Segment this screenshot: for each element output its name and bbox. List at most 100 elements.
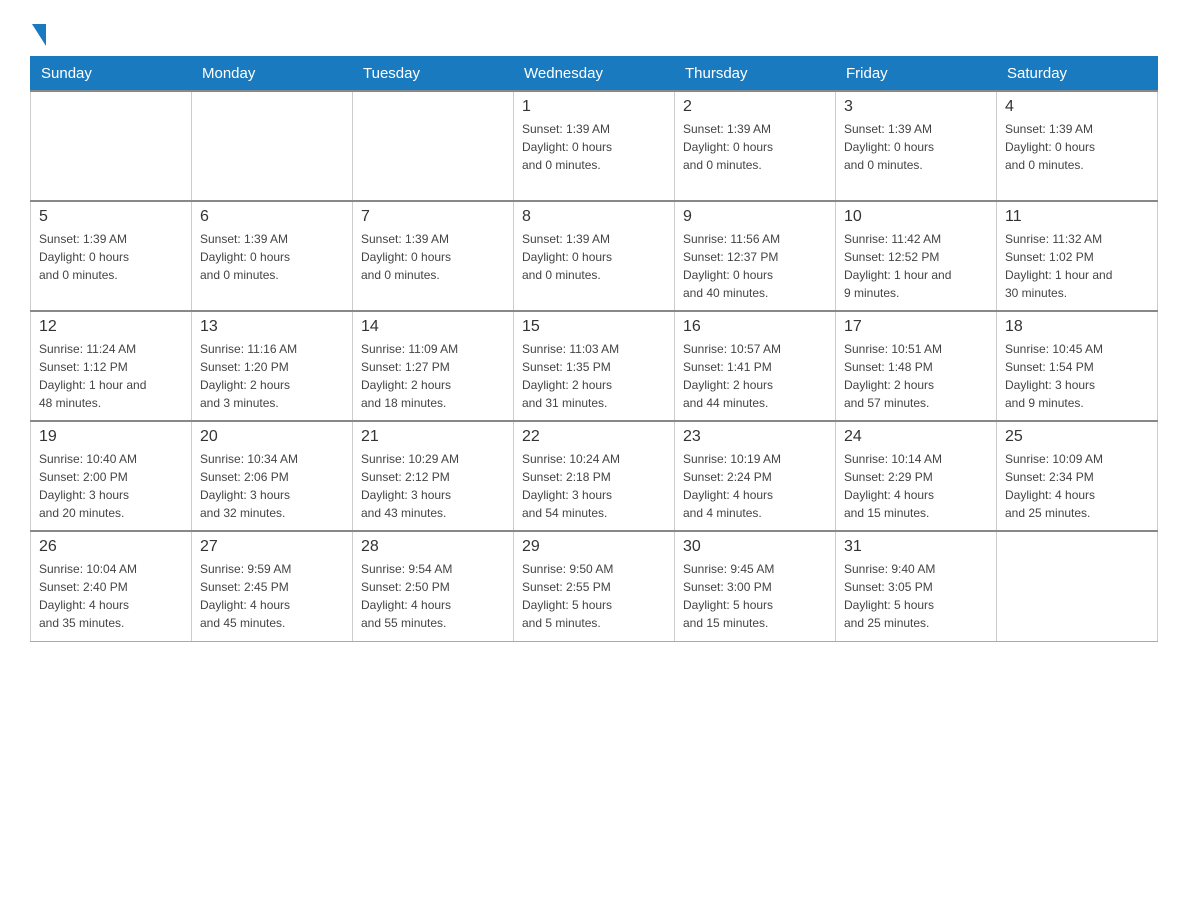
day-number: 6 <box>200 208 344 226</box>
calendar-header-row: SundayMondayTuesdayWednesdayThursdayFrid… <box>31 57 1158 92</box>
day-info: Sunrise: 10:04 AM Sunset: 2:40 PM Daylig… <box>39 560 183 632</box>
calendar-day-cell: 25 Sunrise: 10:09 AM Sunset: 2:34 PM Dayl… <box>997 421 1158 531</box>
day-number: 24 <box>844 428 988 446</box>
day-info: Sunrise: 11:16 AM Sunset: 1:20 PM Daylig… <box>200 340 344 412</box>
calendar-day-cell: 5Sunset: 1:39 AM Daylight: 0 hours and 0… <box>31 201 192 311</box>
day-of-week-header: Thursday <box>675 57 836 92</box>
calendar-day-cell: 7Sunset: 1:39 AM Daylight: 0 hours and 0… <box>353 201 514 311</box>
day-number: 2 <box>683 98 827 116</box>
calendar-day-cell: 22Sunrise: 10:24 AM Sunset: 2:18 PM Dayl… <box>514 421 675 531</box>
calendar-day-cell: 15Sunrise: 11:03 AM Sunset: 1:35 PM Dayl… <box>514 311 675 421</box>
calendar-day-cell: 10 Sunrise: 11:42 AM Sunset: 12:52 PM Day… <box>836 201 997 311</box>
calendar-week-row: 26 Sunrise: 10:04 AM Sunset: 2:40 PM Dayl… <box>31 531 1158 641</box>
day-of-week-header: Monday <box>192 57 353 92</box>
day-info: Sunrise: 11:32 AM Sunset: 1:02 PM Daylig… <box>1005 230 1149 302</box>
day-info: Sunrise: 10:29 AM Sunset: 2:12 PM Daylig… <box>361 450 505 522</box>
day-info: Sunrise: 11:24 AM Sunset: 1:12 PM Daylig… <box>39 340 183 412</box>
day-info: Sunrise: 9:45 AM Sunset: 3:00 PM Dayligh… <box>683 560 827 632</box>
calendar-day-cell: 19 Sunrise: 10:40 AM Sunset: 2:00 PM Dayl… <box>31 421 192 531</box>
day-number: 31 <box>844 538 988 556</box>
day-number: 22 <box>522 428 666 446</box>
day-number: 20 <box>200 428 344 446</box>
day-number: 25 <box>1005 428 1149 446</box>
calendar-day-cell: 4 Sunset: 1:39 AM Daylight: 0 hours and 0… <box>997 91 1158 201</box>
day-info: Sunrise: 10:40 AM Sunset: 2:00 PM Daylig… <box>39 450 183 522</box>
calendar-day-cell <box>997 531 1158 641</box>
calendar-day-cell: 30 Sunrise: 9:45 AM Sunset: 3:00 PM Dayli… <box>675 531 836 641</box>
calendar-day-cell: 2 Sunset: 1:39 AM Daylight: 0 hours and 0… <box>675 91 836 201</box>
day-number: 30 <box>683 538 827 556</box>
day-of-week-header: Friday <box>836 57 997 92</box>
day-info: Sunrise: 10:34 AM Sunset: 2:06 PM Daylig… <box>200 450 344 522</box>
day-info: Sunset: 1:39 AM Daylight: 0 hours and 0 … <box>200 230 344 284</box>
day-info: Sunrise: 11:56 AM Sunset: 12:37 PM Dayli… <box>683 230 827 302</box>
day-number: 19 <box>39 428 183 446</box>
day-number: 9 <box>683 208 827 226</box>
day-info: Sunset: 1:39 AM Daylight: 0 hours and 0 … <box>522 230 666 284</box>
day-of-week-header: Wednesday <box>514 57 675 92</box>
day-number: 7 <box>361 208 505 226</box>
day-info: Sunset: 1:39 AM Daylight: 0 hours and 0 … <box>522 120 666 174</box>
calendar-day-cell: 13 Sunrise: 11:16 AM Sunset: 1:20 PM Dayl… <box>192 311 353 421</box>
day-info: Sunrise: 10:19 AM Sunset: 2:24 PM Daylig… <box>683 450 827 522</box>
day-info: Sunset: 1:39 AM Daylight: 0 hours and 0 … <box>683 120 827 174</box>
calendar-week-row: 12 Sunrise: 11:24 AM Sunset: 1:12 PM Dayl… <box>31 311 1158 421</box>
calendar-day-cell: 20 Sunrise: 10:34 AM Sunset: 2:06 PM Dayl… <box>192 421 353 531</box>
day-number: 13 <box>200 318 344 336</box>
calendar-week-row: 5 Sunset: 1:39 AM Daylight: 0 hours and 0… <box>31 201 1158 311</box>
calendar-day-cell: 14Sunrise: 11:09 AM Sunset: 1:27 PM Dayl… <box>353 311 514 421</box>
day-info: Sunset: 1:39 AM Daylight: 0 hours and 0 … <box>1005 120 1149 174</box>
calendar-day-cell: 6 Sunset: 1:39 AM Daylight: 0 hours and 0… <box>192 201 353 311</box>
day-number: 27 <box>200 538 344 556</box>
calendar-day-cell: 31Sunrise: 9:40 AM Sunset: 3:05 PM Dayli… <box>836 531 997 641</box>
day-info: Sunrise: 11:03 AM Sunset: 1:35 PM Daylig… <box>522 340 666 412</box>
calendar-day-cell: 11 Sunrise: 11:32 AM Sunset: 1:02 PM Dayl… <box>997 201 1158 311</box>
day-number: 29 <box>522 538 666 556</box>
day-info: Sunrise: 11:42 AM Sunset: 12:52 PM Dayli… <box>844 230 988 302</box>
calendar-day-cell: 9 Sunrise: 11:56 AM Sunset: 12:37 PM Dayl… <box>675 201 836 311</box>
day-info: Sunrise: 9:54 AM Sunset: 2:50 PM Dayligh… <box>361 560 505 632</box>
calendar-day-cell: 3 Sunset: 1:39 AM Daylight: 0 hours and 0… <box>836 91 997 201</box>
calendar-week-row: 1 Sunset: 1:39 AM Daylight: 0 hours and 0… <box>31 91 1158 201</box>
day-number: 26 <box>39 538 183 556</box>
day-info: Sunrise: 9:59 AM Sunset: 2:45 PM Dayligh… <box>200 560 344 632</box>
day-of-week-header: Saturday <box>997 57 1158 92</box>
calendar-day-cell: 16Sunrise: 10:57 AM Sunset: 1:41 PM Dayl… <box>675 311 836 421</box>
day-number: 18 <box>1005 318 1149 336</box>
day-info: Sunrise: 10:09 AM Sunset: 2:34 PM Daylig… <box>1005 450 1149 522</box>
day-number: 12 <box>39 318 183 336</box>
day-of-week-header: Tuesday <box>353 57 514 92</box>
calendar-day-cell: 24 Sunrise: 10:14 AM Sunset: 2:29 PM Dayl… <box>836 421 997 531</box>
day-info: Sunrise: 10:45 AM Sunset: 1:54 PM Daylig… <box>1005 340 1149 412</box>
day-number: 5 <box>39 208 183 226</box>
calendar-day-cell: 1 Sunset: 1:39 AM Daylight: 0 hours and 0… <box>514 91 675 201</box>
calendar-day-cell: 28Sunrise: 9:54 AM Sunset: 2:50 PM Dayli… <box>353 531 514 641</box>
calendar-table: SundayMondayTuesdayWednesdayThursdayFrid… <box>30 56 1158 642</box>
day-number: 3 <box>844 98 988 116</box>
calendar-day-cell: 12 Sunrise: 11:24 AM Sunset: 1:12 PM Dayl… <box>31 311 192 421</box>
day-number: 4 <box>1005 98 1149 116</box>
day-number: 11 <box>1005 208 1149 226</box>
day-number: 8 <box>522 208 666 226</box>
calendar-day-cell: 18 Sunrise: 10:45 AM Sunset: 1:54 PM Dayl… <box>997 311 1158 421</box>
calendar-day-cell: 29 Sunrise: 9:50 AM Sunset: 2:55 PM Dayli… <box>514 531 675 641</box>
calendar-day-cell: 21Sunrise: 10:29 AM Sunset: 2:12 PM Dayl… <box>353 421 514 531</box>
day-info: Sunrise: 9:50 AM Sunset: 2:55 PM Dayligh… <box>522 560 666 632</box>
calendar-day-cell: 26 Sunrise: 10:04 AM Sunset: 2:40 PM Dayl… <box>31 531 192 641</box>
day-info: Sunset: 1:39 AM Daylight: 0 hours and 0 … <box>844 120 988 174</box>
day-of-week-header: Sunday <box>31 57 192 92</box>
day-info: Sunrise: 10:51 AM Sunset: 1:48 PM Daylig… <box>844 340 988 412</box>
calendar-day-cell: 27 Sunrise: 9:59 AM Sunset: 2:45 PM Dayli… <box>192 531 353 641</box>
logo <box>30 20 46 46</box>
day-info: Sunrise: 10:14 AM Sunset: 2:29 PM Daylig… <box>844 450 988 522</box>
day-number: 23 <box>683 428 827 446</box>
calendar-day-cell <box>31 91 192 201</box>
calendar-week-row: 19 Sunrise: 10:40 AM Sunset: 2:00 PM Dayl… <box>31 421 1158 531</box>
day-number: 17 <box>844 318 988 336</box>
calendar-day-cell: 23 Sunrise: 10:19 AM Sunset: 2:24 PM Dayl… <box>675 421 836 531</box>
page-header <box>30 20 1158 46</box>
calendar-day-cell <box>192 91 353 201</box>
day-number: 1 <box>522 98 666 116</box>
day-number: 10 <box>844 208 988 226</box>
day-info: Sunrise: 10:57 AM Sunset: 1:41 PM Daylig… <box>683 340 827 412</box>
